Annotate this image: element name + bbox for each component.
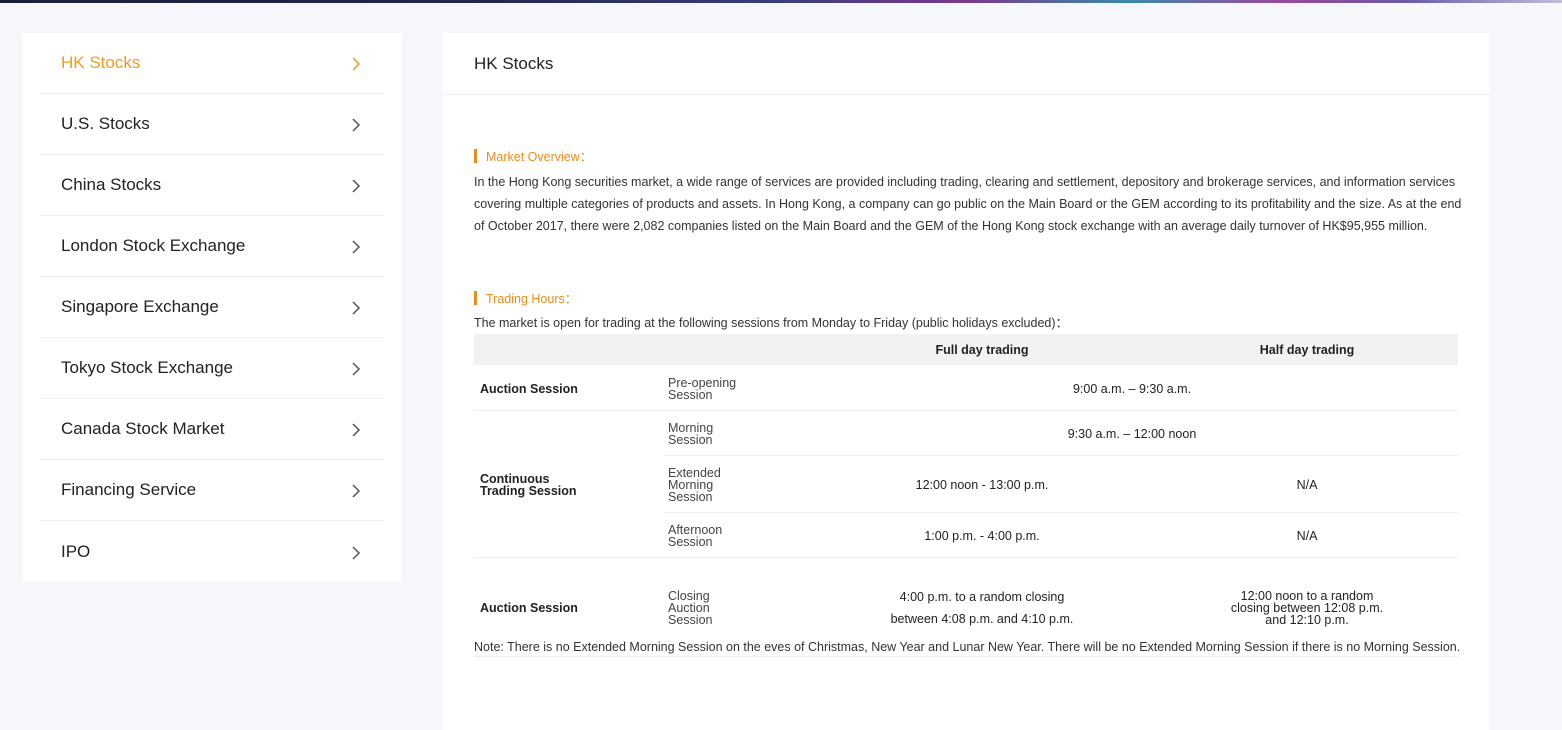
chevron-right-icon [350, 57, 362, 71]
row-label-auction-session-closing: Auction Session [480, 601, 578, 615]
chevron-right-icon [350, 179, 362, 193]
sub-label-closing-auction: Closing Auction Session [668, 589, 713, 627]
sidebar-item-financing-service[interactable]: Financing Service [40, 460, 384, 521]
extended-morning-full-hours: 12:00 noon - 13:00 p.m. [915, 478, 1049, 492]
row-label-continuous-trading: Continuous Trading Session [480, 472, 577, 498]
sidebar-item-label: London Stock Exchange [61, 236, 246, 255]
morning-hours: 9:30 a.m. – 12:00 noon [1067, 427, 1197, 441]
row-divider [664, 512, 1458, 513]
sidebar-item-label: HK Stocks [61, 53, 141, 72]
sidebar-item-ipo[interactable]: IPO [40, 521, 384, 582]
sidebar-item-label: Financing Service [61, 480, 197, 499]
row-divider [664, 455, 1458, 456]
sub-label-afternoon: Afternoon Session [668, 523, 723, 549]
header-half-day: Half day trading [1259, 343, 1355, 357]
market-overview-heading-text: Market Overview： [486, 150, 593, 164]
trading-note: Note: There is no Extended Morning Sessi… [474, 640, 1461, 654]
chevron-right-icon [350, 423, 362, 437]
closing-auction-full-line2: between 4:08 p.m. and 4:10 p.m. [890, 612, 1074, 626]
afternoon-half-hours: N/A [1296, 529, 1318, 543]
page-title: HK Stocks [474, 54, 554, 73]
sidebar-item-london-stock-exchange[interactable]: London Stock Exchange [40, 216, 384, 277]
sub-label-morning: Morning Session [668, 421, 714, 447]
top-gradient-bar [0, 0, 1562, 3]
closing-auction-half-hours: 12:00 noon to a random closing between 1… [1230, 589, 1384, 627]
chevron-right-icon [350, 484, 362, 498]
chevron-right-icon [350, 362, 362, 376]
sidebar-item-china-stocks[interactable]: China Stocks [40, 155, 384, 216]
extended-morning-half-hours: N/A [1296, 478, 1318, 492]
sidebar-item-canada-stock-market[interactable]: Canada Stock Market [40, 399, 384, 460]
chevron-right-icon [350, 545, 362, 560]
sidebar-item-hk-stocks[interactable]: HK Stocks [40, 33, 384, 94]
market-overview-text: In the Hong Kong securities market, a wi… [474, 175, 1462, 233]
market-overview-heading: Market Overview： [474, 146, 592, 165]
row-label-auction-session: Auction Session [480, 382, 578, 396]
trading-hours-heading: Trading Hours： [474, 288, 577, 307]
sub-label-extended-morning: Extended Morning Session [668, 466, 721, 504]
sidebar-item-us-stocks[interactable]: U.S. Stocks [40, 94, 384, 155]
afternoon-full-hours: 1:00 p.m. - 4:00 p.m. [924, 529, 1040, 543]
table-header: Full day trading Half day trading [474, 334, 1458, 365]
heading-accent-bar [474, 290, 477, 305]
main-panel: HK Stocks Market Overview： In the Hong K… [443, 33, 1489, 730]
sidebar-item-tokyo-stock-exchange[interactable]: Tokyo Stock Exchange [40, 338, 384, 399]
chevron-right-icon [350, 301, 362, 315]
header-full-day: Full day trading [935, 343, 1029, 357]
sidebar-item-label: Tokyo Stock Exchange [61, 358, 233, 377]
title-divider [443, 94, 1489, 95]
trading-hours-intro: The market is open for trading at the fo… [474, 316, 1069, 330]
heading-accent-bar [474, 148, 477, 163]
pre-opening-hours: 9:00 a.m. – 9:30 a.m. [1072, 382, 1192, 396]
sidebar-item-label: Canada Stock Market [61, 419, 225, 438]
chevron-right-icon [350, 118, 362, 132]
sidebar-item-label: U.S. Stocks [61, 114, 150, 133]
row-divider [474, 410, 1458, 411]
sidebar-item-label: China Stocks [61, 175, 162, 194]
sidebar-item-label: IPO [61, 541, 91, 561]
sidebar-item-label: Singapore Exchange [61, 297, 219, 316]
row-divider [474, 557, 1458, 558]
sidebar-item-singapore-exchange[interactable]: Singapore Exchange [40, 277, 384, 338]
chevron-right-icon [350, 240, 362, 254]
sidebar: HK Stocks U.S. Stocks China Stocks Londo… [22, 33, 402, 581]
sub-label-pre-opening: Pre-opening Session [668, 376, 737, 402]
closing-auction-full-line1: 4:00 p.m. to a random closing [899, 590, 1065, 604]
trading-hours-heading-text: Trading Hours： [486, 292, 578, 306]
